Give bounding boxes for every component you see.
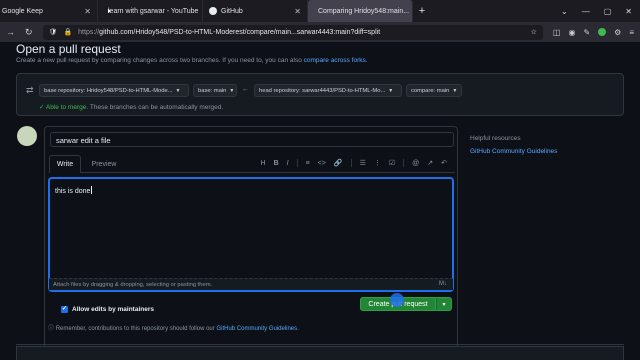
saved-replies-icon[interactable]: ↶ bbox=[441, 159, 447, 167]
branch-range-selector: ⇄ base repository: Hridoy548/PSD-to-HTML… bbox=[16, 73, 624, 116]
new-tab-button[interactable]: + bbox=[413, 5, 431, 17]
puzzle-icon[interactable]: ⚙ bbox=[614, 28, 621, 37]
profile-icon[interactable]: ◉ bbox=[568, 28, 575, 37]
list-all-tabs-button[interactable]: ⌄ bbox=[561, 7, 568, 16]
lock-icon[interactable]: 🔒 bbox=[63, 28, 72, 36]
contribution-notice-text: Remember, contributions to this reposito… bbox=[55, 326, 215, 332]
main-content: Open a pull request Create a new pull re… bbox=[0, 42, 640, 360]
chevron-down-icon: ▼ bbox=[229, 87, 235, 94]
extensions-area: ◫ ◉ ✎ ⚙ ≡ bbox=[553, 28, 634, 37]
tab-label: Comparing Hridoy548:main... bbox=[318, 7, 410, 15]
pr-body-textarea[interactable]: this is done bbox=[49, 178, 453, 291]
shield-icon[interactable]: 🛡 bbox=[49, 28, 58, 36]
compare-branch-select[interactable]: compare: main ▼ bbox=[406, 84, 462, 97]
url-text: github.com/Hridoy548/PSD-to-HTML-Moderes… bbox=[99, 28, 381, 36]
tab-comparing[interactable]: Comparing Hridoy548:main... ✕ bbox=[308, 0, 413, 22]
contribution-notice: ⓘ Remember, contributions to this reposi… bbox=[48, 323, 299, 332]
browser-tab-bar: Google Keep ✕ learn with gsarwar - YouTu… bbox=[0, 0, 640, 22]
divider bbox=[16, 344, 624, 345]
quote-icon[interactable]: ≡ bbox=[306, 160, 310, 167]
chevron-down-icon: ▼ bbox=[175, 87, 181, 94]
page-subtitle: Create a new pull request by comparing c… bbox=[16, 57, 368, 64]
community-guidelines-link[interactable]: GitHub Community Guidelines bbox=[470, 148, 557, 155]
tab-label: GitHub bbox=[221, 7, 243, 15]
maximize-button[interactable]: ▢ bbox=[604, 7, 612, 16]
head-repository-label: head repository: sarwar4443/PSD-to-HTML-… bbox=[259, 87, 386, 94]
merge-status: ✓ Able to merge. These branches can be a… bbox=[39, 103, 223, 111]
page-title: Open a pull request bbox=[16, 42, 121, 56]
create-options-dropdown[interactable]: ▾ bbox=[436, 297, 452, 311]
info-icon: ⓘ bbox=[48, 326, 55, 332]
tab-youtube[interactable]: learn with gsarwar - YouTube ✕ bbox=[98, 0, 203, 22]
git-compare-icon: ⇄ bbox=[26, 85, 34, 95]
link-icon[interactable]: 🔗 bbox=[334, 159, 343, 167]
url-scheme: https:// bbox=[78, 28, 100, 36]
checkbox-checked-icon[interactable]: ✓ bbox=[61, 306, 68, 313]
arrow-left-icon: ← bbox=[242, 86, 249, 93]
avatar[interactable] bbox=[17, 126, 37, 146]
close-window-button[interactable]: ✕ bbox=[625, 7, 632, 16]
forward-icon[interactable]: → bbox=[6, 27, 15, 37]
toolbar-divider bbox=[403, 159, 405, 167]
code-icon[interactable]: <> bbox=[318, 160, 326, 167]
merge-status-label: ✓ Able to merge. bbox=[39, 104, 89, 111]
close-icon[interactable]: ✕ bbox=[294, 7, 301, 16]
chevron-down-icon: ▼ bbox=[388, 87, 394, 94]
toolbar-divider bbox=[350, 159, 352, 167]
merge-status-detail: These branches can be automatically merg… bbox=[89, 104, 224, 111]
toolbar-divider bbox=[296, 159, 298, 167]
navigation-bar: → ↻ 🛡 🔒 https://github.com/Hridoy548/PSD… bbox=[0, 22, 640, 42]
helpful-resources-title: Helpful resources bbox=[470, 135, 521, 142]
compare-across-forks-link[interactable]: compare across forks. bbox=[304, 57, 368, 64]
minimize-button[interactable]: — bbox=[582, 7, 590, 16]
unordered-list-icon[interactable]: ☰ bbox=[360, 159, 366, 167]
tab-label: Google Keep bbox=[2, 7, 43, 15]
base-branch-label: base: main bbox=[198, 87, 227, 94]
extension-green-icon[interactable] bbox=[598, 28, 607, 36]
bold-icon[interactable]: B bbox=[274, 160, 279, 167]
mention-icon[interactable]: @ bbox=[412, 160, 419, 167]
task-list-icon[interactable]: ☑ bbox=[389, 159, 395, 167]
tab-preview[interactable]: Preview bbox=[85, 155, 123, 173]
pocket-icon[interactable]: ◫ bbox=[553, 28, 561, 37]
reference-icon[interactable]: ↗ bbox=[427, 159, 433, 167]
commits-summary-bar bbox=[16, 346, 624, 360]
ordered-list-icon[interactable]: ⋮ bbox=[374, 159, 381, 167]
window-controls: ⌄ — ▢ ✕ bbox=[561, 7, 640, 16]
menu-icon[interactable]: ≡ bbox=[629, 28, 634, 37]
chevron-down-icon: ▼ bbox=[452, 87, 458, 94]
github-icon bbox=[209, 7, 217, 15]
tab-google-keep[interactable]: Google Keep ✕ bbox=[0, 0, 98, 22]
subtitle-text: Create a new pull request by comparing c… bbox=[16, 57, 302, 64]
base-branch-select[interactable]: base: main ▼ bbox=[193, 84, 237, 97]
pr-title-input[interactable]: sarwar edit a file bbox=[50, 132, 454, 147]
reload-icon[interactable]: ↻ bbox=[25, 27, 33, 38]
bookmark-star-icon[interactable]: ☆ bbox=[531, 28, 537, 36]
attach-files-bar[interactable]: Attach files by dragging & dropping, sel… bbox=[49, 278, 453, 290]
head-repository-select[interactable]: head repository: sarwar4443/PSD-to-HTML-… bbox=[254, 84, 402, 97]
allow-edits-label: Allow edits by maintainers bbox=[72, 306, 154, 313]
italic-icon[interactable]: I bbox=[287, 160, 289, 167]
attach-files-label: Attach files by dragging & dropping, sel… bbox=[53, 282, 213, 288]
community-guidelines-footer-link[interactable]: GitHub Community Guidelines. bbox=[216, 326, 298, 332]
address-bar[interactable]: 🛡 🔒 https://github.com/Hridoy548/PSD-to-… bbox=[42, 24, 543, 40]
base-repository-label: base repository: Hridoy548/PSD-to-HTML-M… bbox=[44, 87, 173, 94]
tab-github[interactable]: GitHub ✕ bbox=[203, 0, 308, 22]
markdown-icon: M↓ bbox=[439, 281, 447, 287]
markdown-toolbar: H B I ≡ <> 🔗 ☰ ⋮ ☑ @ ↗ ↶ bbox=[261, 159, 447, 167]
allow-edits-checkbox-row[interactable]: ✓ Allow edits by maintainers bbox=[61, 306, 154, 313]
editor-tabs: Write Preview H B I ≡ <> 🔗 ☰ ⋮ ☑ @ ↗ ↶ bbox=[49, 155, 455, 173]
tab-label: learn with gsarwar - YouTube bbox=[108, 7, 199, 15]
pr-body-text: this is done bbox=[55, 188, 91, 195]
compare-branch-label: compare: main bbox=[411, 87, 450, 94]
base-repository-select[interactable]: base repository: Hridoy548/PSD-to-HTML-M… bbox=[39, 84, 189, 97]
extension-icon[interactable]: ✎ bbox=[583, 28, 590, 37]
tab-write[interactable]: Write bbox=[49, 155, 81, 173]
mouse-cursor-highlight bbox=[390, 293, 404, 307]
close-icon[interactable]: ✕ bbox=[84, 7, 91, 16]
heading-icon[interactable]: H bbox=[261, 160, 266, 167]
